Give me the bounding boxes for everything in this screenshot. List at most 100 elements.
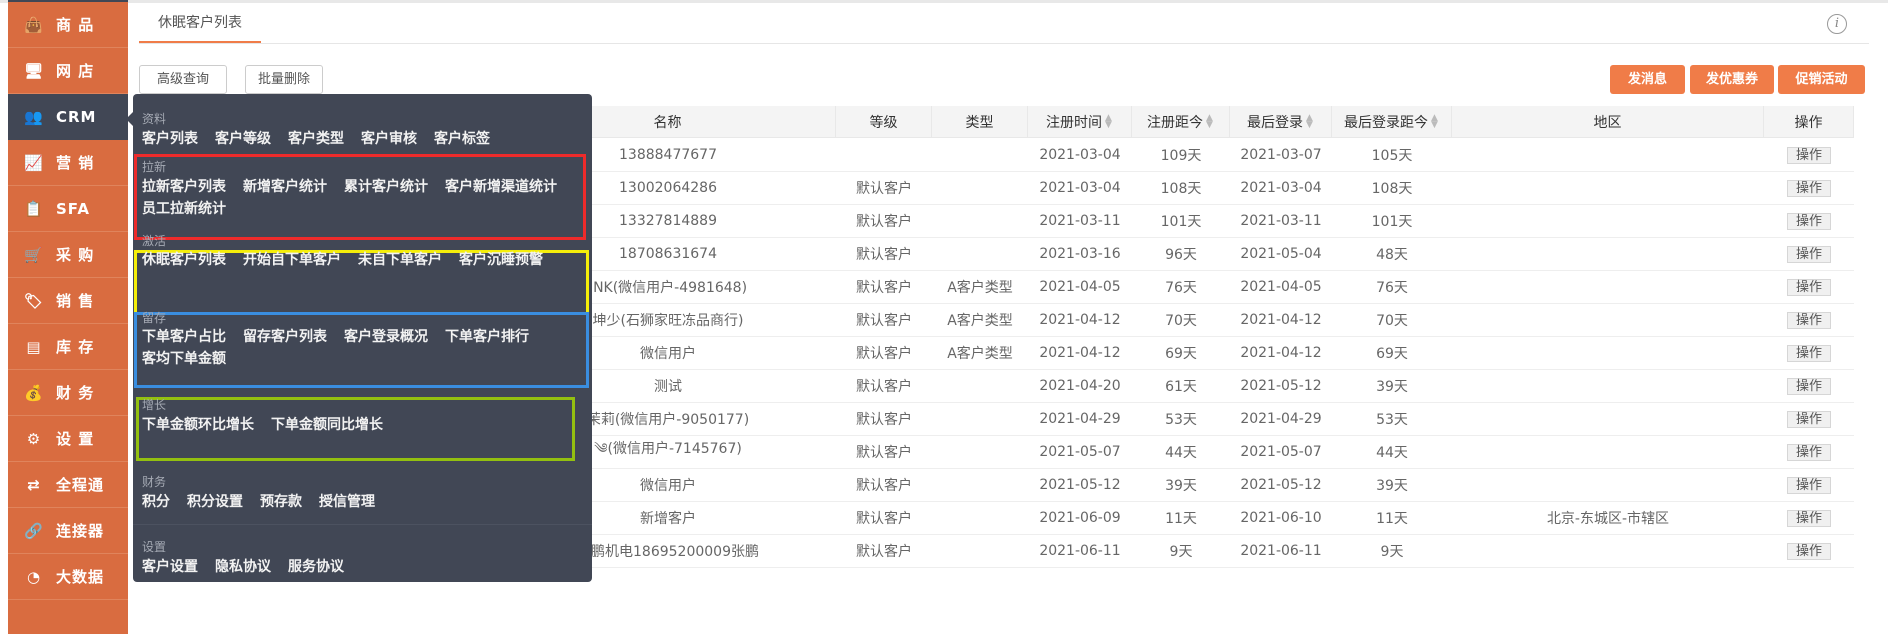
menu-item[interactable]: 下单客户占比 bbox=[142, 326, 226, 348]
sidebar-item-4[interactable]: 📋 SFA bbox=[8, 186, 128, 232]
sidebar-item-10[interactable]: ⇄ 全程通 bbox=[8, 462, 128, 508]
menu-section-label: 设置 bbox=[142, 540, 167, 554]
menu-item[interactable]: 客户审核 bbox=[361, 128, 417, 150]
menu-item[interactable]: 开始自下单客户 bbox=[243, 249, 341, 271]
table-cell: 2021-06-09 bbox=[1039, 510, 1121, 526]
sidebar-item-1[interactable]: 🖥 网 店 bbox=[8, 48, 128, 94]
operate-button[interactable]: 操作 bbox=[1786, 146, 1831, 164]
sidebar-item-0[interactable]: 👜 商 品 bbox=[8, 2, 128, 48]
menu-item[interactable]: 拉新客户列表 bbox=[142, 176, 226, 198]
sort-icon[interactable]: ▲ ▼ bbox=[1430, 113, 1439, 129]
menu-item[interactable]: 授信管理 bbox=[319, 491, 375, 513]
header-label: 类型 bbox=[965, 114, 994, 131]
sidebar-item-2[interactable]: 👥 CRM bbox=[8, 94, 128, 140]
operate-button[interactable]: 操作 bbox=[1786, 212, 1831, 230]
advanced-query-button[interactable]: 高级查询 bbox=[139, 65, 227, 94]
menu-item[interactable]: 员工拉新统计 bbox=[142, 198, 226, 220]
table-cell bbox=[836, 139, 932, 171]
table-cell bbox=[932, 502, 1028, 534]
menu-item[interactable]: 客户沉睡预警 bbox=[459, 249, 543, 271]
tab-label: 休眠客户列表 bbox=[158, 15, 242, 31]
menu-item[interactable]: 未自下单客户 bbox=[358, 249, 442, 271]
menu-item[interactable]: 休眠客户列表 bbox=[142, 249, 226, 271]
table-cell: A客户类型 bbox=[947, 313, 1013, 329]
operate-button[interactable]: 操作 bbox=[1786, 344, 1831, 362]
menu-item[interactable]: 积分 bbox=[142, 491, 170, 513]
gear-icon: ⚙ bbox=[26, 429, 42, 448]
header-cell[interactable]: 注册距今 ▲ ▼ bbox=[1132, 106, 1230, 137]
menu-item[interactable]: 客户设置 bbox=[142, 556, 198, 578]
menu-item[interactable]: 下单客户排行 bbox=[445, 326, 529, 348]
table-cell: 69天 bbox=[1165, 346, 1197, 362]
operate-button[interactable]: 操作 bbox=[1786, 476, 1831, 494]
promotion-button[interactable]: 促销活动 bbox=[1778, 65, 1865, 94]
table-cell: 2021-06-10 bbox=[1240, 510, 1322, 526]
menu-item[interactable]: 客户等级 bbox=[215, 128, 271, 150]
sidebar-item-11[interactable]: 🔗 连接器 bbox=[8, 508, 128, 554]
sidebar-item-9[interactable]: ⚙ 设 置 bbox=[8, 416, 128, 462]
header-cell[interactable]: 最后登录 ▲ ▼ bbox=[1230, 106, 1332, 137]
sidebar-item-6[interactable]: 🏷 销 售 bbox=[8, 278, 128, 324]
menu-item[interactable]: 客户新增渠道统计 bbox=[445, 176, 557, 198]
menu-item[interactable]: 客户登录概况 bbox=[344, 326, 428, 348]
batch-delete-button[interactable]: 批量删除 bbox=[245, 65, 323, 94]
send-coupon-button[interactable]: 发优惠券 bbox=[1690, 65, 1774, 94]
menu-item[interactable]: 新增客户统计 bbox=[243, 176, 327, 198]
operate-button[interactable]: 操作 bbox=[1786, 377, 1831, 395]
monitor-icon: 🖥 bbox=[23, 61, 45, 80]
table-cell: 2021-03-16 bbox=[1039, 246, 1121, 262]
operate-button[interactable]: 操作 bbox=[1786, 278, 1831, 296]
table-cell bbox=[932, 403, 1028, 435]
menu-item[interactable]: 客均下单金额 bbox=[142, 348, 226, 370]
operate-button[interactable]: 操作 bbox=[1786, 179, 1831, 197]
menu-item[interactable]: 隐私协议 bbox=[215, 556, 271, 578]
sidebar-item-label: 财 务 bbox=[56, 384, 95, 402]
sidebar-item-label: 商 品 bbox=[56, 16, 95, 34]
sidebar-item-3[interactable]: 📈 营 销 bbox=[8, 140, 128, 186]
action-cell: 操作 bbox=[1764, 502, 1854, 534]
header-cell[interactable]: 最后登录距今 ▲ ▼ bbox=[1332, 106, 1452, 137]
menu-item[interactable]: 下单金额同比增长 bbox=[271, 414, 383, 436]
header-cell[interactable]: 注册时间 ▲ ▼ bbox=[1028, 106, 1132, 137]
menu-item[interactable]: 下单金额环比增长 bbox=[142, 414, 254, 436]
operate-button[interactable]: 操作 bbox=[1786, 443, 1831, 461]
operate-button[interactable]: 操作 bbox=[1786, 542, 1831, 560]
table-cell: 39天 bbox=[1376, 379, 1408, 395]
table-cell: 105天 bbox=[1371, 148, 1413, 164]
sort-icon[interactable]: ▲ ▼ bbox=[1104, 113, 1113, 129]
menu-item[interactable]: 累计客户统计 bbox=[344, 176, 428, 198]
sidebar-item-7[interactable]: ▤ 库 存 bbox=[8, 324, 128, 370]
sidebar-item-8[interactable]: 💰 财 务 bbox=[8, 370, 128, 416]
info-icon[interactable]: i bbox=[1827, 14, 1847, 34]
table-cell bbox=[932, 370, 1028, 402]
operate-button[interactable]: 操作 bbox=[1786, 245, 1831, 263]
money-bag-icon: 💰 bbox=[24, 383, 44, 402]
operate-button[interactable]: 操作 bbox=[1786, 509, 1831, 527]
table-cell bbox=[1452, 139, 1764, 171]
sidebar-item-5[interactable]: 🛒 采 购 bbox=[8, 232, 128, 278]
operate-button[interactable]: 操作 bbox=[1786, 410, 1831, 428]
link-icon: 🔗 bbox=[24, 521, 44, 540]
sort-icon[interactable]: ▲ ▼ bbox=[1205, 113, 1214, 129]
menu-item[interactable]: 服务协议 bbox=[288, 556, 344, 578]
menu-item[interactable]: 积分设置 bbox=[187, 491, 243, 513]
menu-section-label: 拉新 bbox=[142, 160, 167, 174]
menu-item[interactable]: 客户标签 bbox=[434, 128, 490, 150]
sort-icon[interactable]: ▲ ▼ bbox=[1305, 113, 1314, 129]
header-label: 注册距今 bbox=[1147, 114, 1203, 131]
tab-dormant-customers[interactable]: 休眠客户列表 bbox=[139, 12, 261, 43]
table-cell: 2021-04-20 bbox=[1039, 378, 1121, 394]
menu-item[interactable]: 客户列表 bbox=[142, 128, 198, 150]
table-cell bbox=[932, 205, 1028, 237]
warehouse-icon: ▤ bbox=[26, 337, 42, 356]
operate-button[interactable]: 操作 bbox=[1786, 311, 1831, 329]
table-cell bbox=[1452, 535, 1764, 567]
menu-item[interactable]: 客户类型 bbox=[288, 128, 344, 150]
sidebar-item-12[interactable]: ◔ 大数据 bbox=[8, 554, 128, 600]
menu-item[interactable]: 预存款 bbox=[260, 491, 302, 513]
send-message-button[interactable]: 发消息 bbox=[1610, 65, 1685, 94]
table-cell: 2021-05-07 bbox=[1039, 444, 1121, 460]
action-cell: 操作 bbox=[1764, 403, 1854, 435]
table-cell: 北京-东城区-市辖区 bbox=[1546, 511, 1670, 527]
menu-item[interactable]: 留存客户列表 bbox=[243, 326, 327, 348]
